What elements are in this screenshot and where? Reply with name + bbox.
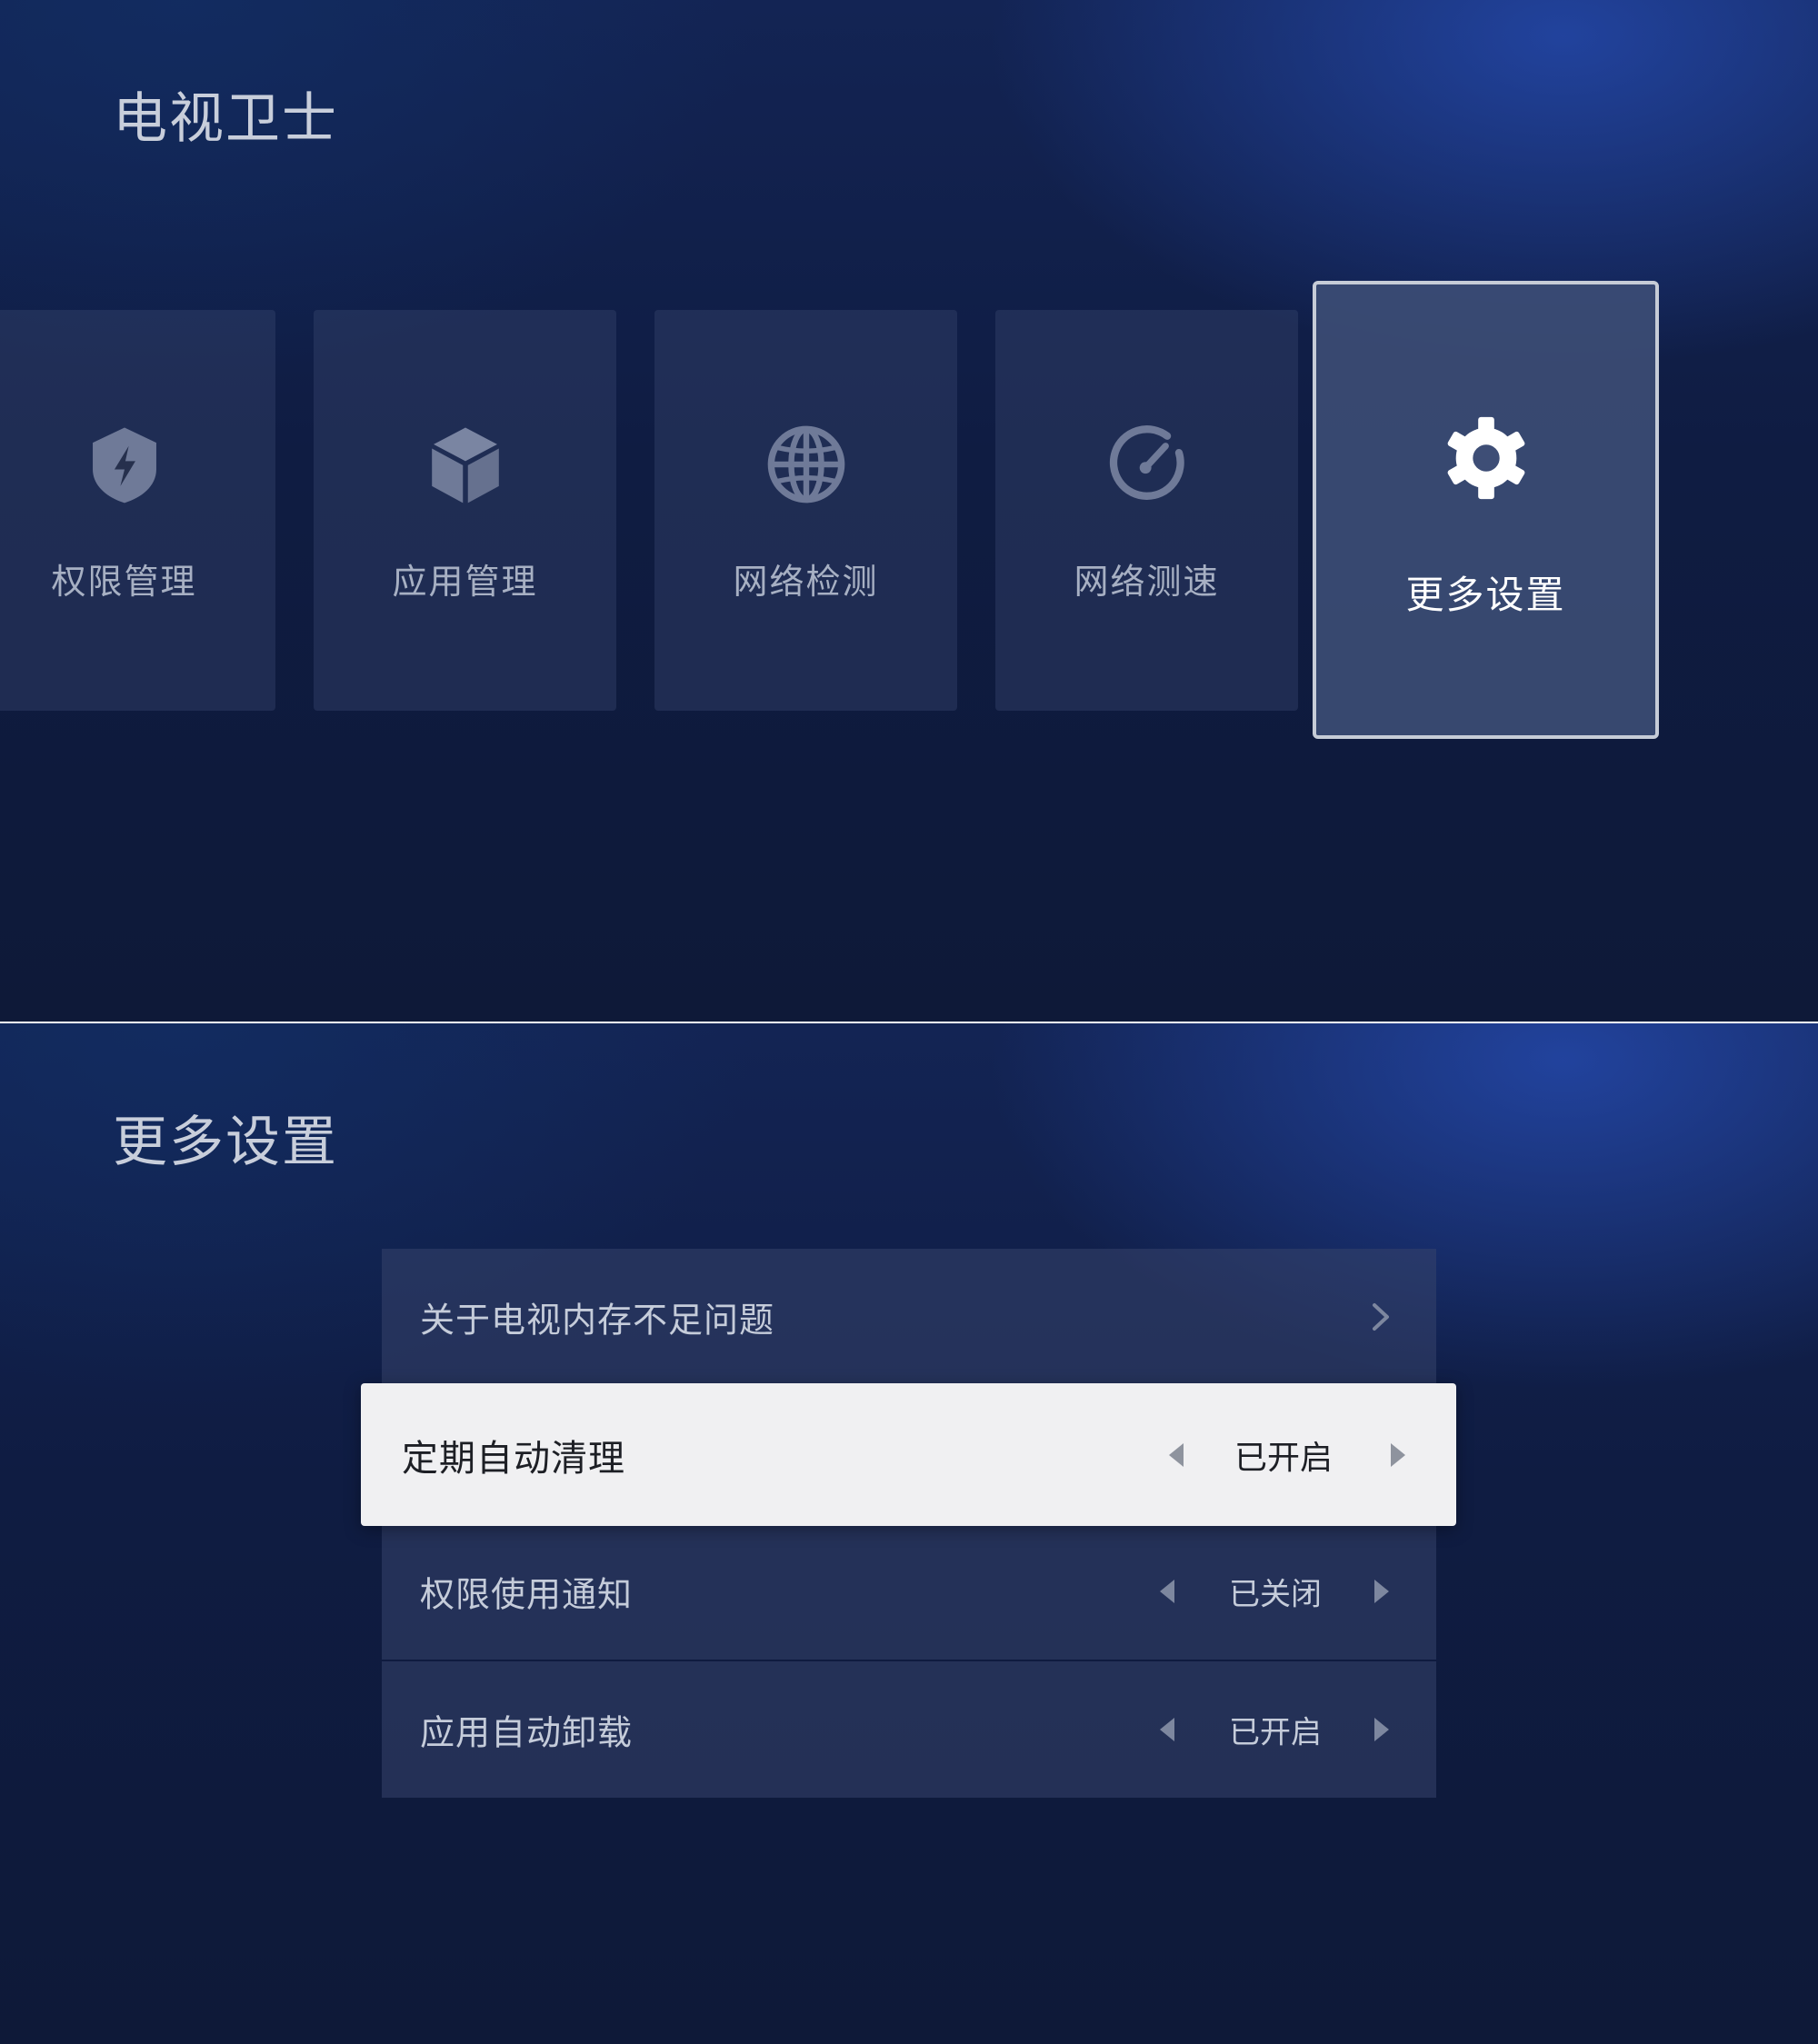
shield-lightning-icon	[92, 427, 156, 504]
card-network-check[interactable]: 网络检测	[654, 310, 957, 711]
settings-item-label: 关于电视内存不足问题	[420, 1300, 775, 1341]
selector-value: 已关闭	[1229, 1576, 1322, 1613]
card-label: 更多设置	[1405, 573, 1566, 617]
cube-icon	[431, 427, 499, 504]
settings-item-permission-notification[interactable]: 权限使用通知 已关闭	[382, 1523, 1436, 1660]
chevron-right-icon	[1373, 1303, 1389, 1331]
selector-value: 已开启	[1229, 1714, 1322, 1751]
card-network-speedtest[interactable]: 网络测速	[995, 310, 1298, 711]
page-title: 电视卫士	[113, 87, 338, 151]
arrow-left-icon[interactable]	[1165, 1441, 1185, 1469]
card-label: 应用管理	[392, 562, 538, 602]
arrow-right-icon[interactable]	[1373, 1578, 1393, 1605]
card-label: 网络测速	[1074, 562, 1220, 602]
settings-item-scheduled-cleanup[interactable]: 定期自动清理 已开启	[361, 1383, 1456, 1526]
settings-item-auto-uninstall[interactable]: 应用自动卸载 已开启	[382, 1661, 1436, 1798]
arrow-right-icon[interactable]	[1389, 1441, 1409, 1469]
tv-guard-home-screen: 电视卫士 权限管理 应用管理 网络检测 网络测速 更多设置	[0, 0, 1818, 1022]
settings-item-label: 权限使用通知	[420, 1574, 634, 1615]
gear-icon	[1447, 416, 1524, 500]
selector-value: 已开启	[1234, 1439, 1333, 1477]
card-label: 权限管理	[51, 562, 197, 602]
more-settings-screen: 更多设置 关于电视内存不足问题 权限使用通知 已关闭 应用自动卸载 已开启 定期…	[0, 1023, 1818, 2044]
card-permission-management[interactable]: 权限管理	[0, 310, 275, 711]
settings-item-memory-issue[interactable]: 关于电视内存不足问题	[382, 1249, 1436, 1385]
card-more-settings[interactable]: 更多设置	[1313, 281, 1659, 739]
arrow-left-icon[interactable]	[1156, 1578, 1176, 1605]
page-title: 更多设置	[113, 1111, 338, 1174]
card-app-management[interactable]: 应用管理	[314, 310, 616, 711]
speedometer-icon	[1109, 425, 1184, 500]
globe-icon	[767, 425, 844, 504]
settings-item-label: 应用自动卸载	[420, 1712, 634, 1753]
settings-item-label: 定期自动清理	[402, 1437, 625, 1480]
arrow-left-icon[interactable]	[1156, 1716, 1176, 1743]
arrow-right-icon[interactable]	[1373, 1716, 1393, 1743]
card-label: 网络检测	[733, 562, 879, 602]
